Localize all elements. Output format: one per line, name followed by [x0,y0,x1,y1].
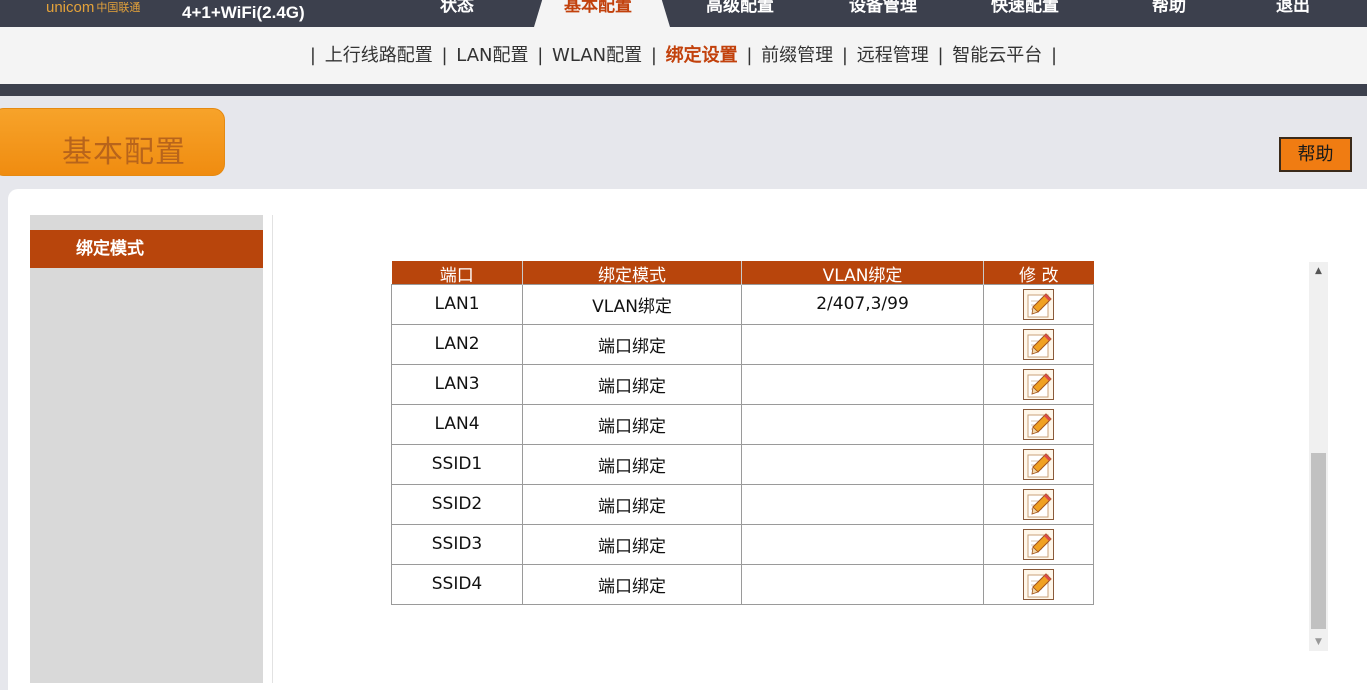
cell-port: SSID3 [391,523,523,565]
sidebar-divider [272,215,273,683]
cell-port: SSID2 [391,483,523,525]
nav-status[interactable]: 状态 [440,0,474,16]
pencil-edit-icon[interactable] [1023,408,1054,440]
subnav-smart-cloud[interactable]: 智能云平台 [952,45,1042,66]
separator: | [1051,45,1058,66]
separator: | [650,45,657,66]
cell-edit [983,563,1094,605]
cell-edit [983,483,1094,525]
subnav-wlan-config[interactable]: WLAN配置 [552,45,642,66]
cell-vlan-binding [741,523,984,565]
scrollbar[interactable]: ▲ ▼ [1309,262,1328,651]
table-row: SSID3 端口绑定 [391,523,1094,565]
header-port: 端口 [391,261,523,284]
cell-binding-mode: VLAN绑定 [522,283,742,325]
nav-advanced-config[interactable]: 高级配置 [706,0,774,16]
table-row: SSID1 端口绑定 [391,443,1094,485]
top-bar: unicom 中国联通 4+1+WiFi(2.4G) 状态 基本配置 高级配置 … [0,0,1367,27]
pencil-edit-icon[interactable] [1023,368,1054,400]
nav-basic-config[interactable]: 基本配置 [564,0,632,16]
cell-port: SSID1 [391,443,523,485]
cell-port: LAN3 [391,363,523,405]
help-button[interactable]: 帮助 [1279,137,1352,172]
cell-vlan-binding [741,363,984,405]
pencil-edit-icon[interactable] [1023,448,1054,480]
pencil-edit-icon[interactable] [1023,328,1054,360]
cell-binding-mode: 端口绑定 [522,563,742,605]
cell-edit [983,443,1094,485]
section-title: 基本配置 [62,135,186,170]
cell-binding-mode: 端口绑定 [522,323,742,365]
logo-cn-text: 中国联通 [96,1,141,14]
header-vlan-binding: VLAN绑定 [741,261,984,284]
subnav-prefix-management[interactable]: 前缀管理 [761,45,833,66]
separator: | [746,45,753,66]
nav-device-management[interactable]: 设备管理 [849,0,917,16]
pencil-edit-icon[interactable] [1023,568,1054,600]
pencil-edit-icon[interactable] [1023,288,1054,320]
cell-binding-mode: 端口绑定 [522,363,742,405]
table-row: LAN1 VLAN绑定 2/407,3/99 [391,283,1094,325]
table-row: SSID2 端口绑定 [391,483,1094,525]
binding-table: 端口 绑定模式 VLAN绑定 修 改 LAN1 VLAN绑定 2/407,3/99 L… [391,261,1094,605]
divider-bar [0,84,1367,96]
sidebar [30,215,263,683]
cell-port: LAN1 [391,283,523,325]
sub-nav: | 上行线路配置 | LAN配置 | WLAN配置 | 绑定设置 | 前缀管理 … [0,27,1367,84]
table-row: SSID4 端口绑定 [391,563,1094,605]
cell-edit [983,523,1094,565]
header-binding-mode: 绑定模式 [522,261,742,284]
separator: | [841,45,848,66]
cell-vlan-binding [741,403,984,445]
cell-binding-mode: 端口绑定 [522,443,742,485]
scroll-down-arrow-icon[interactable]: ▼ [1309,633,1328,651]
cell-edit [983,363,1094,405]
separator: | [537,45,544,66]
nav-quick-config[interactable]: 快速配置 [991,0,1059,16]
separator: | [309,45,316,66]
scroll-thumb[interactable] [1311,453,1326,629]
table-row: LAN2 端口绑定 [391,323,1094,365]
nav-help[interactable]: 帮助 [1152,0,1186,16]
cell-port: SSID4 [391,563,523,605]
cell-binding-mode: 端口绑定 [522,403,742,445]
subnav-remote-management[interactable]: 远程管理 [857,45,929,66]
unicom-logo: unicom 中国联通 [46,0,140,18]
device-model: 4+1+WiFi(2.4G) [182,3,305,22]
cell-edit [983,323,1094,365]
header-edit: 修 改 [983,261,1094,284]
cell-vlan-binding: 2/407,3/99 [741,283,984,325]
cell-binding-mode: 端口绑定 [522,523,742,565]
cell-vlan-binding [741,563,984,605]
table-row: LAN3 端口绑定 [391,363,1094,405]
separator: | [937,45,944,66]
scroll-up-arrow-icon[interactable]: ▲ [1309,262,1328,280]
separator: | [441,45,448,66]
cell-port: LAN4 [391,403,523,445]
cell-vlan-binding [741,483,984,525]
cell-edit [983,403,1094,445]
cell-port: LAN2 [391,323,523,365]
nav-logout[interactable]: 退出 [1276,0,1310,16]
cell-edit [983,283,1094,325]
subnav-binding-settings[interactable]: 绑定设置 [666,45,738,66]
cell-vlan-binding [741,443,984,485]
cell-vlan-binding [741,323,984,365]
subnav-lan-config[interactable]: LAN配置 [456,45,528,66]
pencil-edit-icon[interactable] [1023,528,1054,560]
cell-binding-mode: 端口绑定 [522,483,742,525]
subnav-uplink-config[interactable]: 上行线路配置 [325,45,433,66]
table-header-row: 端口 绑定模式 VLAN绑定 修 改 [391,261,1094,284]
pencil-edit-icon[interactable] [1023,488,1054,520]
table-row: LAN4 端口绑定 [391,403,1094,445]
sidebar-item-binding-mode[interactable]: 绑定模式 [30,230,263,268]
logo-text: unicom [46,0,95,16]
